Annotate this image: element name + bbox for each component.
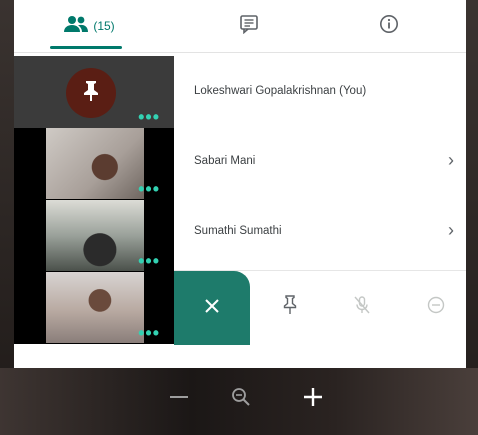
close-actions-button[interactable] <box>174 271 250 345</box>
info-icon <box>379 14 399 39</box>
participant-tile[interactable]: ••• <box>14 128 174 200</box>
more-options-icon[interactable]: ••• <box>138 180 160 198</box>
more-options-icon[interactable]: ••• <box>138 108 160 126</box>
participant-video <box>46 128 144 199</box>
participant-row[interactable]: Sabari Mani › <box>174 126 466 196</box>
tab-chat[interactable] <box>174 0 324 52</box>
zoom-out-button[interactable] <box>162 382 196 416</box>
tab-info[interactable] <box>314 0 464 52</box>
participant-actions <box>174 270 466 345</box>
more-options-icon[interactable]: ••• <box>138 324 160 342</box>
close-icon <box>204 298 220 319</box>
mute-mic-icon <box>353 295 371 320</box>
zoom-icon <box>230 386 252 413</box>
panel-tabs: (15) <box>14 0 466 53</box>
self-tile[interactable]: ••• <box>14 56 174 128</box>
pin-icon <box>82 80 100 107</box>
remove-icon <box>427 296 445 319</box>
participant-name: Sumathi Sumathi <box>194 225 282 237</box>
participant-video <box>46 272 144 343</box>
chevron-right-icon: › <box>448 150 454 170</box>
active-tab-indicator <box>50 46 122 49</box>
chevron-right-icon: › <box>448 220 454 240</box>
video-tiles: ••• ••• ••• ••• <box>14 56 174 344</box>
chat-icon <box>239 14 259 39</box>
tab-people[interactable]: (15) <box>34 0 144 52</box>
participant-video <box>46 200 144 271</box>
pin-icon <box>282 294 298 320</box>
participant-tile[interactable]: ••• <box>14 200 174 272</box>
participant-list: Lokeshwari Gopalakrishnan (You) Sabari M… <box>174 56 466 266</box>
participant-row[interactable]: Sumathi Sumathi › <box>174 196 466 266</box>
participant-count: (15) <box>93 19 115 33</box>
people-icon <box>63 15 89 38</box>
zoom-in-icon <box>302 386 324 413</box>
remove-button[interactable] <box>418 289 454 325</box>
zoom-out-icon <box>168 386 190 413</box>
participant-name: Sabari Mani <box>194 155 256 167</box>
participants-panel: (15) ••• ••• ••• ••• Lokeshwari Gopalakr… <box>14 0 466 368</box>
more-options-icon[interactable]: ••• <box>138 252 160 270</box>
participant-tile[interactable]: ••• <box>14 272 174 344</box>
zoom-controls <box>150 372 330 422</box>
zoom-in-button[interactable] <box>296 382 330 416</box>
participant-name: Lokeshwari Gopalakrishnan (You) <box>194 85 367 97</box>
avatar <box>66 68 116 118</box>
zoom-reset-button[interactable] <box>224 382 258 416</box>
participant-row-self[interactable]: Lokeshwari Gopalakrishnan (You) <box>174 56 466 126</box>
mute-button[interactable] <box>344 289 380 325</box>
pin-button[interactable] <box>272 289 308 325</box>
